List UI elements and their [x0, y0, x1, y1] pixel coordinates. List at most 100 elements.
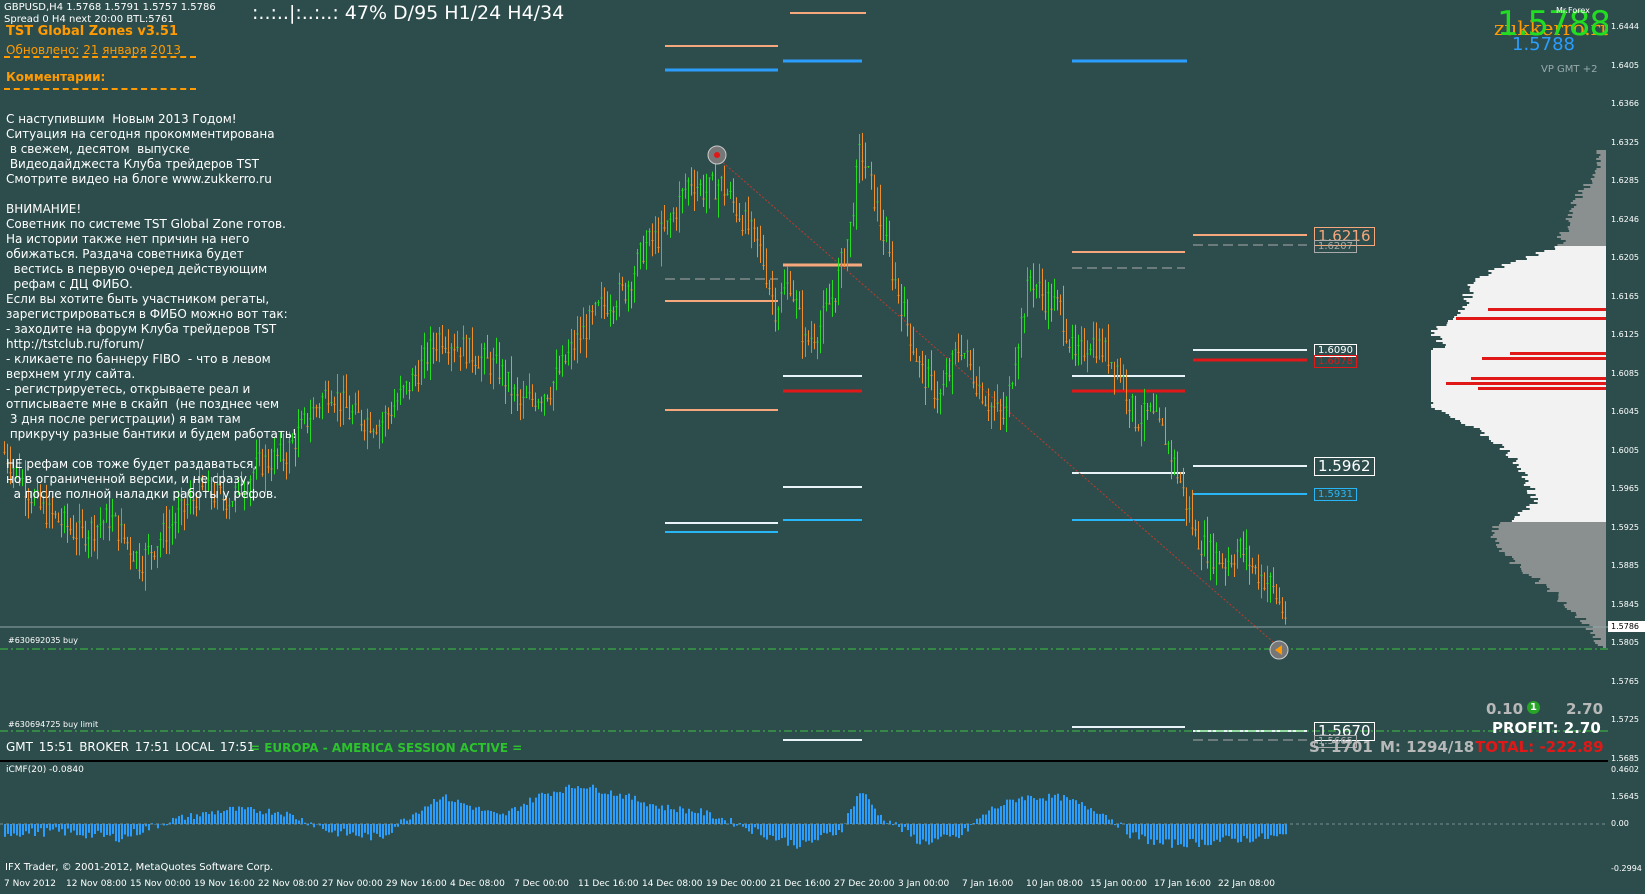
volume-bar — [1528, 480, 1606, 482]
indicator-bar — [727, 823, 729, 825]
indicator-bar — [328, 824, 330, 833]
volume-bar — [1510, 262, 1606, 264]
indicator-bar — [1279, 824, 1281, 834]
indicator-bar — [1168, 824, 1170, 840]
indicator-canvas[interactable] — [0, 762, 1608, 876]
indicator-bar — [793, 824, 795, 846]
indicator-bar — [373, 824, 375, 833]
indicator-bar — [736, 824, 738, 826]
indicator-bar — [847, 813, 849, 824]
price-axis-label: 1.6165 — [1611, 291, 1639, 301]
indicator-bar — [1150, 824, 1152, 840]
volume-bar — [1445, 344, 1606, 346]
indicator-bar — [334, 824, 336, 831]
indicator-bar — [595, 787, 597, 824]
indicator-bar — [1180, 824, 1182, 845]
comment-text: С наступившим Новым 2013 Годом! Ситуация … — [6, 112, 297, 502]
volume-bar — [1540, 578, 1606, 580]
indicator-bar — [40, 824, 42, 829]
indicator-bar — [1045, 800, 1047, 824]
indicator-bar — [112, 824, 114, 834]
indicator-bar — [388, 824, 390, 835]
indicator-bar — [232, 806, 234, 824]
volume-bar — [1431, 398, 1606, 400]
indicator-bar — [364, 824, 366, 833]
volume-bar — [1522, 510, 1606, 512]
indicator-bar — [19, 824, 21, 837]
time-axis-label: 29 Nov 16:00 — [386, 879, 447, 889]
volume-bar — [1512, 462, 1606, 464]
indicator-bar — [721, 817, 723, 824]
indicator-bar — [463, 803, 465, 824]
indicator-bar — [991, 806, 993, 824]
indicator-bar — [217, 810, 219, 824]
time-axis[interactable]: 7 Nov 2012 12 Nov 08:00 15 Nov 00:00 19 Nov… — [0, 876, 1645, 894]
indicator-bar — [376, 824, 378, 834]
indicator-bar — [511, 808, 513, 824]
volume-bar — [1569, 210, 1606, 212]
indicator-bar — [178, 816, 180, 824]
position-value: 2.70 — [1566, 700, 1604, 718]
volume-bar — [1575, 198, 1606, 200]
indicator-bar — [1285, 824, 1287, 835]
volume-bar — [1590, 186, 1606, 188]
indicator-bar — [982, 814, 984, 824]
indicator-bar — [94, 824, 96, 834]
price-axis-label: 1.6205 — [1611, 253, 1639, 262]
volume-bar — [1466, 300, 1606, 302]
volume-bar — [1590, 632, 1606, 634]
volume-bar — [1479, 276, 1606, 278]
indicator-bar — [1066, 797, 1068, 824]
volume-bar — [1560, 238, 1606, 240]
indicator-window[interactable]: iCMF(20) -0.0840 IFX Trader, © 2001-2012… — [0, 762, 1608, 876]
indicator-bar — [1036, 799, 1038, 824]
indicator-bar — [835, 824, 837, 835]
volume-bar — [1547, 590, 1606, 592]
indicator-bar — [853, 806, 855, 824]
volume-bar — [1520, 566, 1606, 568]
time-axis-label: 11 Dec 16:00 — [578, 879, 639, 889]
indicator-bar — [931, 824, 933, 843]
indicator-bar — [91, 824, 93, 838]
indicator-bar — [370, 824, 372, 841]
indicator-bar — [547, 793, 549, 824]
time-axis-label: 12 Nov 08:00 — [66, 879, 127, 889]
price-axis[interactable]: 1.6444 1.6405 1.6366 1.6325 1.6285 1.6246 1.62… — [1608, 0, 1645, 876]
indicator-bar — [4, 824, 6, 837]
indicator-bar — [79, 824, 81, 836]
volume-bar — [1449, 414, 1606, 416]
volume-poc-bar — [1510, 352, 1606, 355]
indicator-bar — [913, 824, 915, 835]
indicator-bar — [805, 824, 807, 842]
indicator-bar — [16, 824, 18, 836]
indicator-bar — [352, 824, 354, 833]
indicator-bar — [448, 801, 450, 824]
indicator-bar — [430, 804, 432, 824]
volume-bar — [1488, 270, 1606, 272]
comment-line: С наступившим Новым 2013 Годом! — [6, 112, 237, 126]
time-axis-label: 19 Nov 16:00 — [194, 879, 255, 889]
indicator-bar — [475, 807, 477, 824]
time-axis-label: 21 Dec 16:00 — [770, 879, 831, 889]
order-label-buy-limit[interactable]: #630694725 buy limit — [8, 720, 98, 729]
volume-bar — [1509, 562, 1606, 564]
comments-heading: Комментарии: — [6, 70, 106, 84]
indicator-bar — [427, 806, 429, 824]
main-chart[interactable]: GBPUSD,H4 1.5768 1.5791 1.5757 1.5786 Sp… — [0, 0, 1613, 760]
volume-bar — [1558, 592, 1606, 594]
volume-bar — [1596, 158, 1606, 160]
indicator-bar — [151, 823, 153, 824]
volume-bar — [1569, 230, 1606, 232]
volume-bar — [1597, 644, 1606, 646]
order-label-buy[interactable]: #630692035 buy — [8, 636, 78, 645]
indicator-bar — [127, 824, 129, 837]
volume-bar — [1527, 492, 1606, 494]
indicator-bar — [1255, 824, 1257, 839]
indicator-bar — [1189, 824, 1191, 840]
indicator-bar — [106, 824, 108, 835]
volume-bar — [1465, 424, 1606, 426]
indicator-bar — [346, 824, 348, 836]
indicator-bar — [229, 806, 231, 824]
price-axis-label: 1.6125 — [1611, 330, 1639, 339]
indicator-bar — [310, 822, 312, 824]
